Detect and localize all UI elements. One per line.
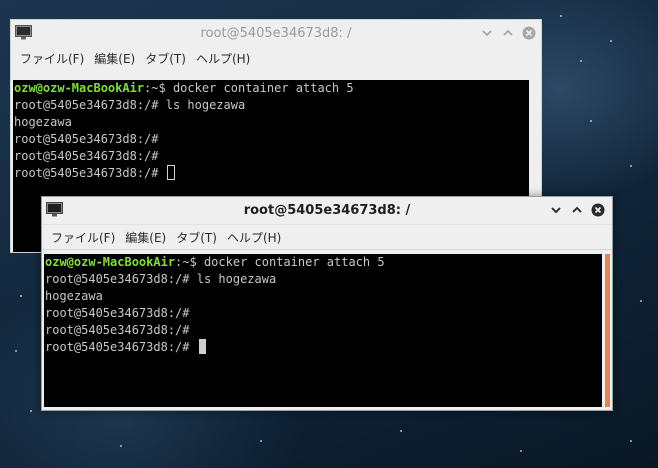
- window-title: root@5405e34673d8: /: [200, 26, 352, 41]
- terminal-line: root@5405e34673d8:/#: [14, 149, 159, 163]
- star: [120, 445, 122, 447]
- star: [15, 350, 17, 352]
- close-icon[interactable]: [591, 203, 605, 217]
- menu-help[interactable]: ヘルプ(H): [222, 229, 286, 246]
- prompt-user: ozw@ozw-MacBookAir: [14, 81, 145, 95]
- star: [630, 440, 632, 442]
- terminal-line: hogezawa: [45, 289, 103, 303]
- menu-tabs[interactable]: タブ(T): [140, 50, 191, 67]
- text-cursor: [198, 339, 206, 354]
- minimize-icon[interactable]: [549, 203, 563, 217]
- maximize-icon[interactable]: [501, 26, 515, 40]
- maximize-icon[interactable]: [570, 203, 584, 217]
- menu-edit[interactable]: 編集(E): [89, 50, 140, 67]
- terminal-area[interactable]: ozw@ozw-MacBookAir:~$ docker container a…: [44, 254, 602, 407]
- star: [610, 40, 612, 42]
- terminal-line: root@5405e34673d8:/# ls hogezawa: [45, 272, 277, 286]
- prompt-path: :~$: [144, 81, 173, 95]
- terminal-line: root@5405e34673d8:/# ls hogezawa: [14, 98, 246, 112]
- title-bar[interactable]: root@5405e34673d8: /: [42, 197, 612, 224]
- command-text: docker container attach 5: [172, 81, 354, 95]
- menu-file[interactable]: ファイル(F): [15, 50, 89, 67]
- star: [30, 410, 32, 412]
- menu-file[interactable]: ファイル(F): [46, 229, 120, 246]
- minimize-icon[interactable]: [480, 26, 494, 40]
- terminal-line-current: root@5405e34673d8:/#: [44, 339, 602, 356]
- menu-bar: ファイル(F) 編集(E) タブ(T) ヘルプ(H): [42, 224, 612, 250]
- terminal-line: root@5405e34673d8:/#: [14, 132, 159, 146]
- menu-bar: ファイル(F) 編集(E) タブ(T) ヘルプ(H): [11, 47, 541, 69]
- prompt-user: ozw@ozw-MacBookAir: [45, 255, 176, 269]
- title-bar[interactable]: root@5405e34673d8: /: [11, 20, 541, 47]
- prompt-path: :~$: [175, 255, 204, 269]
- menu-help[interactable]: ヘルプ(H): [191, 50, 255, 67]
- scrollbar[interactable]: [605, 254, 610, 407]
- star: [590, 120, 592, 122]
- command-text: docker container attach 5: [203, 255, 385, 269]
- menu-tabs[interactable]: タブ(T): [171, 229, 222, 246]
- terminal-window-front[interactable]: root@5405e34673d8: / ファイル(F) 編集(E) タブ(T)…: [41, 196, 613, 411]
- terminal-line: hogezawa: [14, 115, 72, 129]
- star: [640, 300, 642, 302]
- close-icon[interactable]: [522, 26, 536, 40]
- window-title: root@5405e34673d8: /: [243, 203, 411, 218]
- star: [520, 450, 522, 452]
- menu-edit[interactable]: 編集(E): [120, 229, 171, 246]
- terminal-line: ozw@ozw-MacBookAir:~$ docker container a…: [44, 254, 602, 271]
- terminal-line: root@5405e34673d8:/#: [45, 323, 190, 337]
- star: [400, 430, 402, 432]
- terminal-line: root@5405e34673d8:/#: [45, 306, 190, 320]
- prompt-text: root@5405e34673d8:/#: [45, 340, 197, 354]
- star: [580, 60, 582, 62]
- star: [560, 15, 562, 17]
- terminal-line: ozw@ozw-MacBookAir:~$ docker container a…: [13, 80, 529, 97]
- star: [630, 165, 632, 167]
- star: [20, 295, 22, 297]
- text-cursor: [166, 165, 175, 180]
- terminal-line-current: root@5405e34673d8:/#: [13, 165, 529, 182]
- prompt-text: root@5405e34673d8:/#: [14, 166, 166, 180]
- star: [260, 440, 262, 442]
